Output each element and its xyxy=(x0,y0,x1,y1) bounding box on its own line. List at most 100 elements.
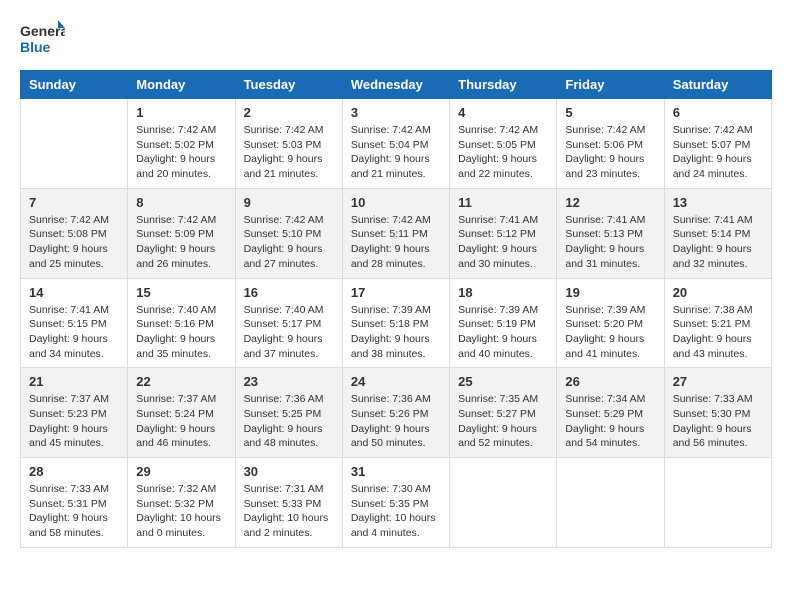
day-cell: 10 Sunrise: 7:42 AM Sunset: 5:11 PM Dayli… xyxy=(342,188,449,278)
day-number: 31 xyxy=(351,464,441,479)
day-number: 15 xyxy=(136,285,226,300)
week-row-3: 14 Sunrise: 7:41 AM Sunset: 5:15 PM Dayli… xyxy=(21,278,772,368)
calendar-header: SundayMondayTuesdayWednesdayThursdayFrid… xyxy=(21,71,772,99)
day-number: 10 xyxy=(351,195,441,210)
day-cell xyxy=(21,99,128,189)
day-number: 11 xyxy=(458,195,548,210)
day-number: 1 xyxy=(136,105,226,120)
day-info: Sunrise: 7:33 AM Sunset: 5:31 PM Dayligh… xyxy=(29,482,119,541)
day-info: Sunrise: 7:35 AM Sunset: 5:27 PM Dayligh… xyxy=(458,392,548,451)
day-number: 28 xyxy=(29,464,119,479)
day-info: Sunrise: 7:42 AM Sunset: 5:11 PM Dayligh… xyxy=(351,213,441,272)
col-header-saturday: Saturday xyxy=(664,71,771,99)
day-number: 23 xyxy=(244,374,334,389)
day-number: 19 xyxy=(565,285,655,300)
day-number: 25 xyxy=(458,374,548,389)
day-cell: 7Sunrise: 7:42 AM Sunset: 5:08 PM Daylig… xyxy=(21,188,128,278)
week-row-5: 28 Sunrise: 7:33 AM Sunset: 5:31 PM Dayli… xyxy=(21,458,772,548)
logo-svg: GeneralBlue xyxy=(20,20,65,60)
day-cell xyxy=(664,458,771,548)
day-number: 17 xyxy=(351,285,441,300)
day-number: 29 xyxy=(136,464,226,479)
svg-text:Blue: Blue xyxy=(20,39,51,55)
day-cell: 27 Sunrise: 7:33 AM Sunset: 5:30 PM Dayli… xyxy=(664,368,771,458)
day-info: Sunrise: 7:32 AM Sunset: 5:32 PM Dayligh… xyxy=(136,482,226,541)
day-info: Sunrise: 7:42 AM Sunset: 5:09 PM Dayligh… xyxy=(136,213,226,272)
day-cell: 21 Sunrise: 7:37 AM Sunset: 5:23 PM Dayli… xyxy=(21,368,128,458)
day-cell: 2Sunrise: 7:42 AM Sunset: 5:03 PM Daylig… xyxy=(235,99,342,189)
day-info: Sunrise: 7:36 AM Sunset: 5:25 PM Dayligh… xyxy=(244,392,334,451)
day-number: 7 xyxy=(29,195,119,210)
day-info: Sunrise: 7:41 AM Sunset: 5:14 PM Dayligh… xyxy=(673,213,763,272)
day-number: 21 xyxy=(29,374,119,389)
day-cell: 23 Sunrise: 7:36 AM Sunset: 5:25 PM Dayli… xyxy=(235,368,342,458)
calendar-table: SundayMondayTuesdayWednesdayThursdayFrid… xyxy=(20,70,772,548)
day-number: 12 xyxy=(565,195,655,210)
day-number: 20 xyxy=(673,285,763,300)
week-row-2: 7Sunrise: 7:42 AM Sunset: 5:08 PM Daylig… xyxy=(21,188,772,278)
day-info: Sunrise: 7:40 AM Sunset: 5:17 PM Dayligh… xyxy=(244,303,334,362)
day-cell: 18Sunrise: 7:39 AM Sunset: 5:19 PM Dayli… xyxy=(450,278,557,368)
day-number: 24 xyxy=(351,374,441,389)
day-info: Sunrise: 7:42 AM Sunset: 5:02 PM Dayligh… xyxy=(136,123,226,182)
calendar-body: 1 Sunrise: 7:42 AM Sunset: 5:02 PM Daylig… xyxy=(21,99,772,548)
day-number: 2 xyxy=(244,105,334,120)
day-cell: 19Sunrise: 7:39 AM Sunset: 5:20 PM Dayli… xyxy=(557,278,664,368)
day-cell: 28 Sunrise: 7:33 AM Sunset: 5:31 PM Dayli… xyxy=(21,458,128,548)
header-row: SundayMondayTuesdayWednesdayThursdayFrid… xyxy=(21,71,772,99)
day-number: 22 xyxy=(136,374,226,389)
day-number: 27 xyxy=(673,374,763,389)
day-info: Sunrise: 7:34 AM Sunset: 5:29 PM Dayligh… xyxy=(565,392,655,451)
day-cell: 9 Sunrise: 7:42 AM Sunset: 5:10 PM Daylig… xyxy=(235,188,342,278)
day-cell: 11 Sunrise: 7:41 AM Sunset: 5:12 PM Dayli… xyxy=(450,188,557,278)
col-header-tuesday: Tuesday xyxy=(235,71,342,99)
day-info: Sunrise: 7:36 AM Sunset: 5:26 PM Dayligh… xyxy=(351,392,441,451)
day-cell: 31 Sunrise: 7:30 AM Sunset: 5:35 PM Dayli… xyxy=(342,458,449,548)
day-number: 30 xyxy=(244,464,334,479)
day-info: Sunrise: 7:40 AM Sunset: 5:16 PM Dayligh… xyxy=(136,303,226,362)
day-info: Sunrise: 7:42 AM Sunset: 5:05 PM Dayligh… xyxy=(458,123,548,182)
day-cell xyxy=(557,458,664,548)
day-number: 5 xyxy=(565,105,655,120)
day-info: Sunrise: 7:39 AM Sunset: 5:18 PM Dayligh… xyxy=(351,303,441,362)
day-info: Sunrise: 7:41 AM Sunset: 5:15 PM Dayligh… xyxy=(29,303,119,362)
day-cell xyxy=(450,458,557,548)
day-cell: 15 Sunrise: 7:40 AM Sunset: 5:16 PM Dayli… xyxy=(128,278,235,368)
day-number: 9 xyxy=(244,195,334,210)
day-cell: 3 Sunrise: 7:42 AM Sunset: 5:04 PM Daylig… xyxy=(342,99,449,189)
day-number: 14 xyxy=(29,285,119,300)
day-cell: 29 Sunrise: 7:32 AM Sunset: 5:32 PM Dayli… xyxy=(128,458,235,548)
day-info: Sunrise: 7:37 AM Sunset: 5:23 PM Dayligh… xyxy=(29,392,119,451)
day-info: Sunrise: 7:38 AM Sunset: 5:21 PM Dayligh… xyxy=(673,303,763,362)
day-number: 13 xyxy=(673,195,763,210)
col-header-wednesday: Wednesday xyxy=(342,71,449,99)
day-number: 3 xyxy=(351,105,441,120)
day-cell: 1 Sunrise: 7:42 AM Sunset: 5:02 PM Daylig… xyxy=(128,99,235,189)
day-info: Sunrise: 7:37 AM Sunset: 5:24 PM Dayligh… xyxy=(136,392,226,451)
day-info: Sunrise: 7:42 AM Sunset: 5:04 PM Dayligh… xyxy=(351,123,441,182)
day-info: Sunrise: 7:41 AM Sunset: 5:12 PM Dayligh… xyxy=(458,213,548,272)
day-cell: 24 Sunrise: 7:36 AM Sunset: 5:26 PM Dayli… xyxy=(342,368,449,458)
day-cell: 20 Sunrise: 7:38 AM Sunset: 5:21 PM Dayli… xyxy=(664,278,771,368)
day-info: Sunrise: 7:42 AM Sunset: 5:10 PM Dayligh… xyxy=(244,213,334,272)
col-header-friday: Friday xyxy=(557,71,664,99)
day-info: Sunrise: 7:42 AM Sunset: 5:07 PM Dayligh… xyxy=(673,123,763,182)
day-cell: 5Sunrise: 7:42 AM Sunset: 5:06 PM Daylig… xyxy=(557,99,664,189)
day-info: Sunrise: 7:33 AM Sunset: 5:30 PM Dayligh… xyxy=(673,392,763,451)
day-number: 6 xyxy=(673,105,763,120)
day-cell: 25 Sunrise: 7:35 AM Sunset: 5:27 PM Dayli… xyxy=(450,368,557,458)
day-number: 4 xyxy=(458,105,548,120)
col-header-thursday: Thursday xyxy=(450,71,557,99)
day-number: 8 xyxy=(136,195,226,210)
day-cell: 17 Sunrise: 7:39 AM Sunset: 5:18 PM Dayli… xyxy=(342,278,449,368)
week-row-1: 1 Sunrise: 7:42 AM Sunset: 5:02 PM Daylig… xyxy=(21,99,772,189)
day-info: Sunrise: 7:41 AM Sunset: 5:13 PM Dayligh… xyxy=(565,213,655,272)
page-header: GeneralBlue xyxy=(20,20,772,60)
day-cell: 16Sunrise: 7:40 AM Sunset: 5:17 PM Dayli… xyxy=(235,278,342,368)
day-info: Sunrise: 7:30 AM Sunset: 5:35 PM Dayligh… xyxy=(351,482,441,541)
day-cell: 14 Sunrise: 7:41 AM Sunset: 5:15 PM Dayli… xyxy=(21,278,128,368)
day-info: Sunrise: 7:39 AM Sunset: 5:19 PM Dayligh… xyxy=(458,303,548,362)
week-row-4: 21 Sunrise: 7:37 AM Sunset: 5:23 PM Dayli… xyxy=(21,368,772,458)
day-cell: 22 Sunrise: 7:37 AM Sunset: 5:24 PM Dayli… xyxy=(128,368,235,458)
day-cell: 8 Sunrise: 7:42 AM Sunset: 5:09 PM Daylig… xyxy=(128,188,235,278)
